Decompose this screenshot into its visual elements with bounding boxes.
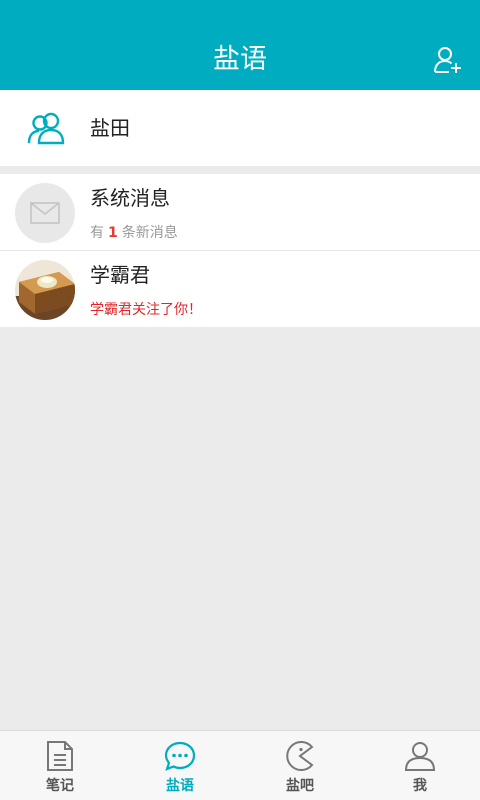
tab-notes[interactable]: 笔记 [0,731,120,800]
user-icon [404,742,436,771]
page-title: 盐语 [213,44,267,75]
tab-label: 盐吧 [286,778,314,794]
add-friend-button[interactable] [432,44,464,76]
conversation-list: 系统消息 有 1 条新消息 学霸君 学霸君关注了你！ [0,174,480,327]
conversation-message: 学霸君关注了你！ [90,302,202,318]
add-user-icon [434,47,461,73]
tab-yanba[interactable]: 盐吧 [240,731,360,800]
conversation-item-xuebajun[interactable]: 学霸君 学霸君关注了你！ [0,251,480,327]
tab-label: 我 [413,778,427,794]
tab-me[interactable]: 我 [360,731,480,800]
subtitle-prefix: 有 [90,225,104,241]
chat-icon [164,741,196,771]
system-avatar [15,183,75,243]
bottom-tab-bar: 笔记 盐语 盐吧 我 [0,730,480,800]
conversation-title: 系统消息 [90,186,170,210]
user-avatar [15,260,75,320]
pacman-icon [286,741,314,771]
unread-count: 1 [108,225,118,241]
tab-label: 笔记 [46,778,74,794]
conversation-title: 学霸君 [90,263,150,287]
conversation-subtitle: 有 1 条新消息 [90,223,178,243]
tab-yanyu[interactable]: 盐语 [120,731,240,800]
envelope-icon [30,202,60,224]
subtitle-suffix: 条新消息 [121,225,178,241]
group-label: 盐田 [90,116,130,140]
group-row[interactable]: 盐田 [0,90,480,166]
conversation-item-system[interactable]: 系统消息 有 1 条新消息 [0,174,480,251]
note-icon [47,741,73,771]
tab-label: 盐语 [166,778,194,794]
header-bar: 盐语 [0,0,480,90]
avatar-image-icon [15,260,75,320]
group-icon [27,112,65,145]
